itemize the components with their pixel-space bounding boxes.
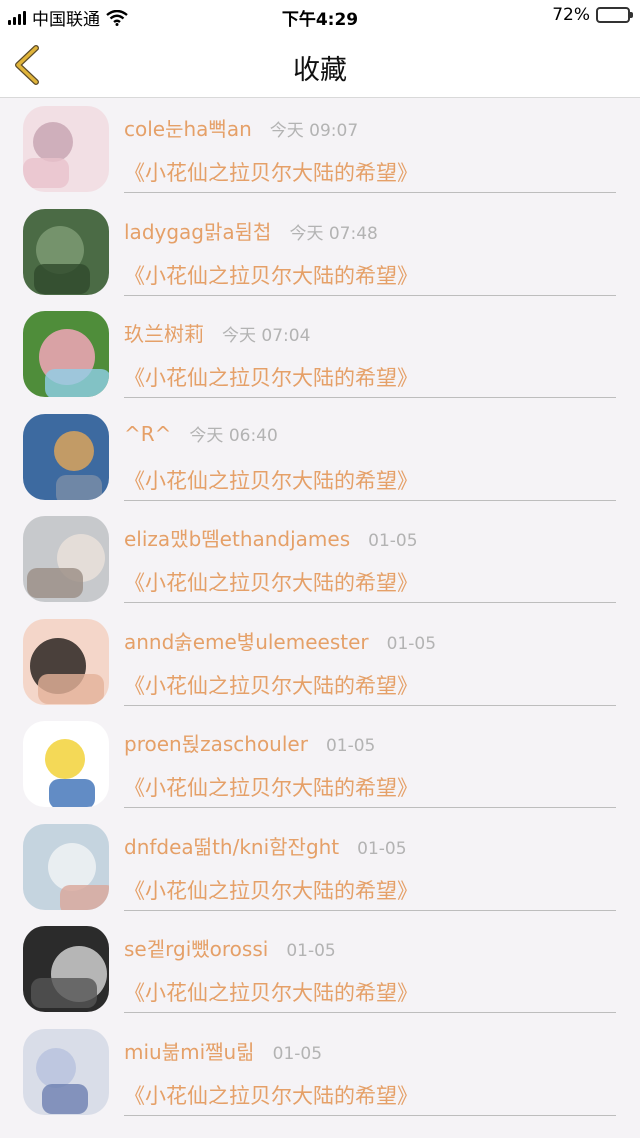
username[interactable]: dnfdea떪th/kni함잔ght — [124, 831, 339, 860]
battery-icon — [596, 7, 633, 23]
timestamp: 01-05 — [272, 1043, 323, 1064]
timestamp: 今天 06:40 — [189, 425, 278, 446]
list-item[interactable]: annd숡eme볗ulemeester 01-05 《小花仙之拉贝尔大陆的希望》 — [0, 611, 640, 714]
favorite-title[interactable]: 《小花仙之拉贝尔大陆的希望》 — [124, 153, 616, 193]
username[interactable]: miu붊mi쨀u릶 — [124, 1036, 255, 1065]
list-item[interactable]: proen됝zaschouler 01-05 《小花仙之拉贝尔大陆的希望》 — [0, 713, 640, 816]
timestamp: 01-05 — [386, 633, 437, 654]
avatar[interactable] — [23, 208, 109, 295]
list-item[interactable]: ^R^ 今天 06:40 《小花仙之拉贝尔大陆的希望》 — [0, 406, 640, 509]
name-line: eliza맸b뗌ethandjames 01-05 — [124, 523, 418, 552]
favorites-list: cole눈ha뻑an 今天 09:07 《小花仙之拉贝尔大陆的希望》 ladyg… — [0, 98, 640, 1123]
name-line: ^R^ 今天 06:40 — [124, 421, 278, 446]
name-line: se겥rgi뺐orossi 01-05 — [124, 933, 336, 962]
timestamp: 今天 07:04 — [222, 326, 311, 346]
list-item[interactable]: ladygag맑a뒴첩 今天 07:48 《小花仙之拉贝尔大陆的希望》 — [0, 201, 640, 304]
avatar[interactable] — [23, 823, 109, 910]
list-item[interactable]: cole눈ha뻑an 今天 09:07 《小花仙之拉贝尔大陆的希望》 — [0, 98, 640, 201]
favorite-title[interactable]: 《小花仙之拉贝尔大陆的希望》 — [124, 461, 616, 501]
avatar[interactable] — [23, 1028, 109, 1115]
avatar[interactable] — [23, 106, 109, 192]
avatar[interactable] — [23, 516, 109, 602]
favorite-title[interactable]: 《小花仙之拉贝尔大陆的希望》 — [124, 871, 616, 911]
timestamp: 01-05 — [357, 838, 407, 859]
favorite-title[interactable]: 《小花仙之拉贝尔大陆的希望》 — [124, 563, 616, 603]
username[interactable]: 玖兰树莉 — [124, 318, 204, 347]
nav-bar: 收藏 — [0, 32, 640, 98]
username[interactable]: ladygag맑a뒴첩 — [124, 216, 271, 245]
list-item[interactable]: eliza맸b뗌ethandjames 01-05 《小花仙之拉贝尔大陆的希望》 — [0, 508, 640, 611]
favorite-title[interactable]: 《小花仙之拉贝尔大陆的希望》 — [124, 256, 616, 296]
avatar[interactable] — [23, 721, 109, 807]
favorite-title[interactable]: 《小花仙之拉贝尔大陆的希望》 — [124, 973, 616, 1013]
name-line: annd숡eme볗ulemeester 01-05 — [124, 626, 436, 655]
name-line: 玖兰树莉 今天 07:04 — [124, 318, 310, 347]
battery-percent: 72% — [552, 5, 590, 25]
favorite-title[interactable]: 《小花仙之拉贝尔大陆的希望》 — [124, 1076, 616, 1116]
status-bar: 中国联通 下午4:29 72% — [0, 0, 640, 32]
username[interactable]: eliza맸b뗌ethandjames — [124, 523, 350, 552]
timestamp: 今天 09:07 — [269, 121, 359, 141]
status-time: 下午4:29 — [281, 10, 359, 30]
list-item[interactable]: se겥rgi뺐orossi 01-05 《小花仙之拉贝尔大陆的希望》 — [0, 918, 640, 1021]
avatar[interactable] — [23, 618, 109, 705]
page-title: 收藏 — [293, 55, 347, 86]
favorite-title[interactable]: 《小花仙之拉贝尔大陆的希望》 — [124, 666, 616, 706]
list-item[interactable]: dnfdea떪th/kni함잔ght 01-05 《小花仙之拉贝尔大陆的希望》 — [0, 816, 640, 919]
name-line: proen됝zaschouler 01-05 — [124, 728, 375, 757]
list-item[interactable]: 玖兰树莉 今天 07:04 《小花仙之拉贝尔大陆的希望》 — [0, 303, 640, 406]
name-line: dnfdea떪th/kni함잔ght 01-05 — [124, 831, 407, 860]
avatar[interactable] — [23, 413, 109, 500]
name-line: ladygag맑a뒴첩 今天 07:48 — [124, 216, 378, 245]
timestamp: 01-05 — [286, 941, 336, 961]
status-right: 72% — [552, 5, 633, 25]
timestamp: 01-05 — [325, 736, 376, 756]
list-item[interactable]: miu붊mi쨀u릶 01-05 《小花仙之拉贝尔大陆的希望》 — [0, 1021, 640, 1124]
name-line: miu붊mi쨀u릶 01-05 — [124, 1036, 322, 1065]
favorite-title[interactable]: 《小花仙之拉贝尔大陆的希望》 — [124, 768, 616, 808]
username[interactable]: proen됝zaschouler — [124, 728, 308, 757]
username[interactable]: cole눈ha뻑an — [124, 113, 252, 142]
avatar[interactable] — [23, 311, 109, 397]
avatar[interactable] — [23, 926, 109, 1012]
username[interactable]: se겥rgi뺐orossi — [124, 933, 268, 962]
favorite-title[interactable]: 《小花仙之拉贝尔大陆的希望》 — [124, 358, 616, 398]
name-line: cole눈ha뻑an 今天 09:07 — [124, 113, 358, 142]
timestamp: 今天 07:48 — [289, 223, 378, 244]
timestamp: 01-05 — [368, 531, 418, 551]
username[interactable]: ^R^ — [124, 422, 171, 446]
username[interactable]: annd숡eme볗ulemeester — [124, 626, 369, 655]
